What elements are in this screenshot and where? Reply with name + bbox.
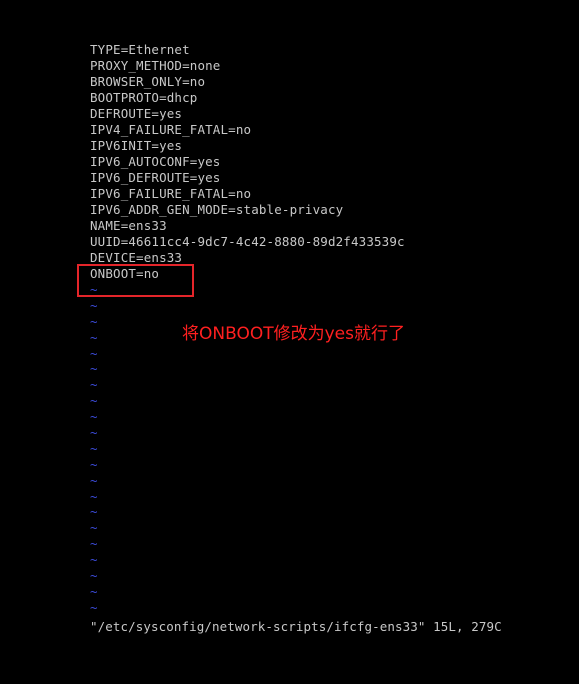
empty-line-marker: ~ <box>90 583 98 599</box>
empty-line-marker: ~ <box>90 313 98 329</box>
empty-line-marker: ~ <box>90 504 98 520</box>
empty-line-marker: ~ <box>90 568 98 584</box>
empty-line-marker: ~ <box>90 456 98 472</box>
empty-line-marker: ~ <box>90 440 98 456</box>
config-line-ipv4-failure-fatal: IPV4_FAILURE_FATAL=no <box>90 122 252 137</box>
config-line-ipv6init: IPV6INIT=yes <box>90 138 183 153</box>
empty-line-marker: ~ <box>90 552 98 568</box>
empty-line-marker: ~ <box>90 361 98 377</box>
empty-line-marker: ~ <box>90 536 98 552</box>
empty-line-marker: ~ <box>90 472 98 488</box>
file-buffer[interactable]: TYPE=Ethernet PROXY_METHOD=none BROWSER_… <box>90 42 405 282</box>
empty-line-marker: ~ <box>90 409 98 425</box>
config-line-ipv6-failure-fatal: IPV6_FAILURE_FATAL=no <box>90 186 252 201</box>
empty-line-marker: ~ <box>90 599 98 615</box>
config-line-defroute: DEFROUTE=yes <box>90 106 183 121</box>
config-line-uuid: UUID=46611cc4-9dc7-4c42-8880-89d2f433539… <box>90 234 405 249</box>
config-line-type: TYPE=Ethernet <box>90 42 190 57</box>
empty-line-marker: ~ <box>90 329 98 345</box>
terminal-window[interactable]: TYPE=Ethernet PROXY_METHOD=none BROWSER_… <box>0 0 579 684</box>
empty-line-marker: ~ <box>90 377 98 393</box>
empty-line-markers: ~ ~ ~ ~ ~ ~ ~ ~ ~ ~ ~ ~ ~ ~ ~ ~ ~ ~ ~ ~ ~ <box>90 282 98 616</box>
config-line-bootproto: BOOTPROTO=dhcp <box>90 90 198 105</box>
annotation-note: 将ONBOOT修改为yes就行了 <box>182 324 405 344</box>
empty-line-marker: ~ <box>90 345 98 361</box>
config-line-ipv6-defroute: IPV6_DEFROUTE=yes <box>90 170 221 185</box>
onboot-highlight-box <box>77 264 194 297</box>
empty-line-marker: ~ <box>90 425 98 441</box>
empty-line-marker: ~ <box>90 488 98 504</box>
empty-line-marker: ~ <box>90 393 98 409</box>
config-line-ipv6-addr-gen-mode: IPV6_ADDR_GEN_MODE=stable-privacy <box>90 202 344 217</box>
empty-line-marker: ~ <box>90 297 98 313</box>
empty-line-marker: ~ <box>90 520 98 536</box>
config-line-proxy-method: PROXY_METHOD=none <box>90 58 221 73</box>
status-line: "/etc/sysconfig/network-scripts/ifcfg-en… <box>90 619 502 634</box>
config-line-name: NAME=ens33 <box>90 218 167 233</box>
config-line-ipv6-autoconf: IPV6_AUTOCONF=yes <box>90 154 221 169</box>
config-line-browser-only: BROWSER_ONLY=no <box>90 74 206 89</box>
